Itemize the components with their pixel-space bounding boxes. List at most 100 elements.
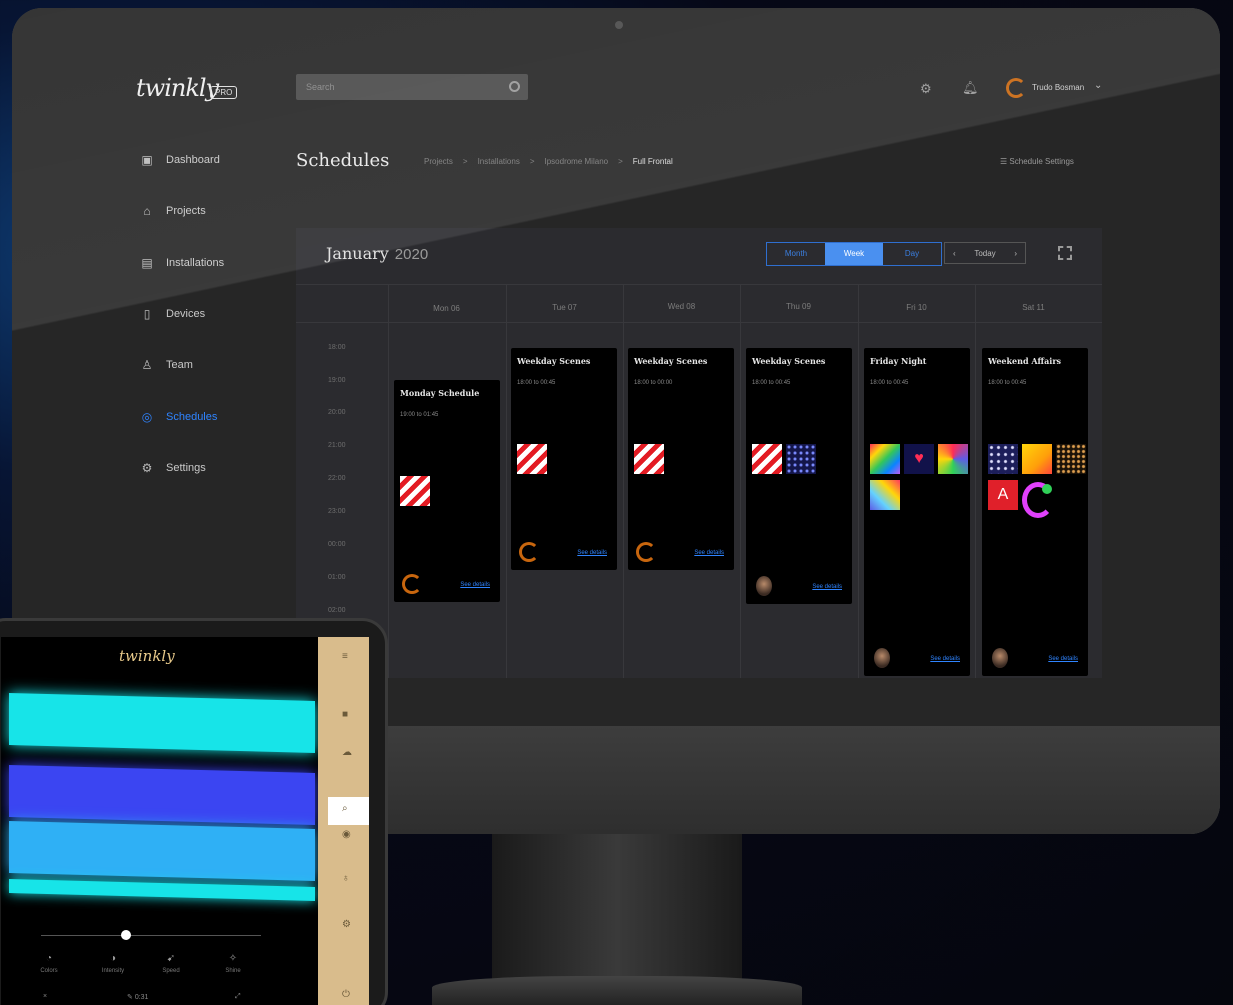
led-preview-band: [9, 764, 315, 826]
event-time: 18:00 to 00:45: [988, 380, 1027, 386]
sidebar-item-projects[interactable]: ⌂ Projects: [140, 204, 205, 218]
day-header: Wed 08: [667, 302, 696, 311]
heart-icon[interactable]: ♥: [904, 444, 934, 474]
event-card[interactable]: Friday Night 18:00 to 00:45 ♥ See detail…: [864, 348, 970, 676]
breadcrumb-item[interactable]: Installations: [478, 157, 520, 166]
eye-icon[interactable]: ◉: [342, 829, 351, 840]
chevron-left-icon[interactable]: ‹: [953, 249, 956, 258]
control-intensity[interactable]: ◑ Intensity: [93, 953, 133, 974]
sidebar-item-team[interactable]: ♙ Team: [140, 358, 193, 372]
calendar-month: January 2020: [326, 244, 428, 263]
time-label: 20:00: [328, 409, 346, 416]
grid-icon[interactable]: ■: [342, 709, 348, 720]
expand-icon[interactable]: ⤢: [235, 993, 241, 1001]
scene-thumbnail[interactable]: [400, 476, 430, 506]
sidebar-item-dashboard[interactable]: ▣ Dashboard: [140, 153, 220, 167]
control-shine[interactable]: ✧ Shine: [213, 953, 253, 974]
sidebar-item-settings[interactable]: ⚙ Settings: [140, 461, 206, 475]
grid-line: [623, 284, 624, 678]
sidebar-item-label: Dashboard: [166, 154, 220, 166]
breadcrumb-separator: >: [529, 157, 535, 166]
scene-thumbnail[interactable]: [517, 444, 547, 474]
sidebar-item-devices[interactable]: ▯ Devices: [140, 307, 205, 321]
breadcrumb-separator: >: [462, 157, 468, 166]
gear-icon[interactable]: ⚙: [342, 919, 351, 930]
event-title: Weekday Scenes: [752, 356, 826, 366]
led-preview-band: [9, 878, 315, 902]
slider-knob[interactable]: [121, 930, 131, 940]
cloud-icon[interactable]: ☁: [342, 747, 352, 758]
bell-icon[interactable]: 🔔︎: [962, 80, 979, 96]
time-label: 18:00: [328, 344, 346, 351]
view-week-button[interactable]: Week: [825, 243, 883, 265]
schedules-icon: ◎: [141, 410, 153, 424]
scene-thumbnail[interactable]: [1056, 444, 1086, 474]
chevron-down-icon[interactable]: ⌄: [1094, 80, 1102, 91]
gear-icon[interactable]: ⚙: [920, 81, 934, 96]
search-icon[interactable]: ⌕: [342, 803, 348, 814]
scene-thumbnail[interactable]: [786, 444, 816, 474]
control-label: Shine: [225, 968, 241, 974]
app-logo[interactable]: twinkly: [136, 74, 219, 102]
grid-line: [296, 284, 1102, 285]
grid-line: [506, 284, 507, 678]
scene-thumbnail[interactable]: [752, 444, 782, 474]
time-label: 01:00: [328, 574, 346, 581]
scene-thumbnail[interactable]: [1022, 444, 1052, 474]
see-details-link[interactable]: See details: [694, 550, 724, 556]
today-button[interactable]: Today: [974, 249, 995, 258]
event-card[interactable]: Weekday Scenes 18:00 to 00:45 See detail…: [746, 348, 852, 604]
fullscreen-icon[interactable]: [1058, 246, 1072, 260]
event-card[interactable]: Weekday Scenes 18:00 to 00:00 See detail…: [628, 348, 734, 570]
owner-avatar: [756, 576, 772, 596]
sidebar-item-installations[interactable]: ▤ Installations: [140, 256, 224, 270]
control-colors[interactable]: ◔ Colors: [29, 953, 69, 974]
bulb-icon[interactable]: ♁: [342, 873, 350, 884]
sidebar-item-schedules[interactable]: ◎ Schedules: [140, 410, 218, 424]
scene-thumbnail[interactable]: [938, 444, 968, 474]
month-label: January: [326, 244, 389, 263]
colors-icon: ◔: [45, 953, 53, 964]
view-month-button[interactable]: Month: [767, 243, 825, 265]
user-name[interactable]: Trudo Bosman: [1032, 83, 1084, 92]
tablet: twinkly ≡ ■ ☁ ⌕ ◉ ♁ ⚙ ⏻ ◔ Colors ◑ Intensi…: [0, 618, 388, 1005]
see-details-link[interactable]: See details: [577, 550, 607, 556]
scene-thumbnail[interactable]: [870, 444, 900, 474]
sidebar-item-label: Devices: [166, 308, 206, 320]
menu-icon[interactable]: ≡: [342, 651, 348, 662]
user-avatar[interactable]: [1006, 78, 1026, 98]
schedule-settings-button[interactable]: ☰ Schedule Settings: [1000, 157, 1074, 166]
event-card[interactable]: Weekend Affairs 18:00 to 00:45 A See det…: [982, 348, 1088, 676]
effect-slider[interactable]: [41, 935, 261, 936]
event-card[interactable]: Monday Schedule 19:00 to 01:45 See detai…: [394, 380, 500, 602]
event-card[interactable]: Weekday Scenes 18:00 to 00:45 See detail…: [511, 348, 617, 570]
view-day-button[interactable]: Day: [883, 243, 941, 265]
tablet-sidebar-selected[interactable]: [328, 797, 369, 825]
see-details-link[interactable]: See details: [460, 582, 490, 588]
search-input[interactable]: Search: [296, 74, 528, 100]
chevron-right-icon[interactable]: ›: [1014, 249, 1017, 258]
see-details-link[interactable]: See details: [812, 584, 842, 590]
grid-line: [858, 284, 859, 678]
scene-thumbnail[interactable]: [870, 480, 900, 510]
search-icon[interactable]: [509, 81, 520, 92]
day-header: Thu 09: [786, 302, 811, 311]
see-details-link[interactable]: See details: [1048, 656, 1078, 662]
sidebar-item-label: Settings: [166, 462, 206, 474]
scene-thumbnail[interactable]: [1022, 480, 1054, 518]
see-details-link[interactable]: See details: [930, 656, 960, 662]
time-label: 00:00: [328, 541, 346, 548]
time-label: 19:00: [328, 377, 346, 384]
sidebar-item-label: Schedules: [166, 411, 218, 423]
control-speed[interactable]: ➹ Speed: [151, 953, 191, 974]
close-icon[interactable]: ×: [43, 993, 47, 1000]
power-icon[interactable]: ⏻: [342, 989, 350, 1000]
breadcrumb-item[interactable]: Ipsodrome Milano: [545, 157, 609, 166]
letter-a-icon[interactable]: A: [988, 480, 1018, 510]
day-header: Sat 11: [1022, 303, 1045, 312]
breadcrumb: Projects > Installations > Ipsodrome Mil…: [424, 157, 673, 166]
calendar: January2020 Month Week Day ‹ Today › Mo: [296, 228, 1102, 678]
scene-thumbnail[interactable]: [634, 444, 664, 474]
breadcrumb-item[interactable]: Projects: [424, 157, 453, 166]
scene-thumbnail[interactable]: [988, 444, 1018, 474]
